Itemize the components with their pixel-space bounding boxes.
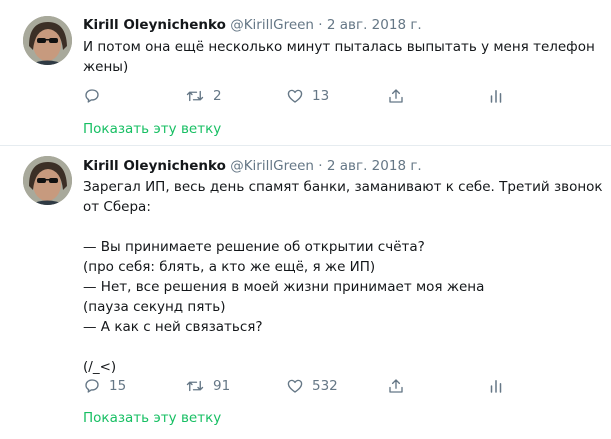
heart-icon bbox=[286, 87, 304, 105]
show-thread-link[interactable]: Показать эту ветку bbox=[83, 121, 221, 137]
reply-icon bbox=[83, 377, 101, 395]
tweet-text: И потом она ещё несколько минут пыталась… bbox=[83, 39, 595, 75]
reply-icon bbox=[83, 87, 101, 105]
author-name[interactable]: Kirill Oleynichenko bbox=[83, 17, 226, 33]
avatar[interactable] bbox=[23, 156, 72, 205]
separator: · bbox=[318, 17, 323, 33]
reply-button[interactable] bbox=[83, 86, 109, 106]
heart-icon bbox=[286, 377, 304, 395]
retweet-icon bbox=[185, 377, 205, 395]
tweet-text: Зарегал ИП, весь день спамят банки, зама… bbox=[83, 179, 603, 375]
like-count: 13 bbox=[312, 88, 330, 104]
show-thread-link[interactable]: Показать эту ветку bbox=[83, 410, 221, 426]
analytics-icon bbox=[488, 87, 504, 105]
reply-count: 15 bbox=[109, 378, 127, 394]
retweet-icon bbox=[185, 87, 205, 105]
analytics-button[interactable] bbox=[488, 376, 504, 396]
separator: · bbox=[318, 158, 323, 174]
author-handle[interactable]: @KirillGreen bbox=[230, 158, 314, 174]
reply-button[interactable]: 15 bbox=[83, 376, 126, 396]
like-count: 532 bbox=[312, 378, 338, 394]
tweet-header: Kirill Oleynichenko @KirillGreen · 2 авг… bbox=[83, 16, 422, 34]
like-button[interactable]: 13 bbox=[286, 86, 329, 106]
retweet-count: 2 bbox=[213, 88, 222, 104]
tweet-actions: 15 91 532 bbox=[83, 376, 513, 396]
tweet-date[interactable]: 2 авг. 2018 г. bbox=[327, 158, 422, 174]
retweet-button[interactable]: 91 bbox=[185, 376, 230, 396]
retweet-button[interactable]: 2 bbox=[185, 86, 222, 106]
tweet-date[interactable]: 2 авг. 2018 г. bbox=[327, 17, 422, 33]
analytics-icon bbox=[488, 377, 504, 395]
share-button[interactable] bbox=[387, 376, 405, 396]
analytics-button[interactable] bbox=[488, 86, 504, 106]
like-button[interactable]: 532 bbox=[286, 376, 338, 396]
tweet-actions: 2 13 bbox=[83, 86, 513, 106]
author-handle[interactable]: @KirillGreen bbox=[230, 17, 314, 33]
tweet[interactable]: Kirill Oleynichenko @KirillGreen · 2 авг… bbox=[0, 146, 611, 439]
share-icon bbox=[387, 87, 405, 105]
share-button[interactable] bbox=[387, 86, 405, 106]
tweet-header: Kirill Oleynichenko @KirillGreen · 2 авг… bbox=[83, 157, 422, 175]
retweet-count: 91 bbox=[213, 378, 231, 394]
avatar[interactable] bbox=[23, 16, 72, 65]
author-name[interactable]: Kirill Oleynichenko bbox=[83, 158, 226, 174]
share-icon bbox=[387, 377, 405, 395]
tweet[interactable]: Kirill Oleynichenko @KirillGreen · 2 авг… bbox=[0, 0, 611, 146]
